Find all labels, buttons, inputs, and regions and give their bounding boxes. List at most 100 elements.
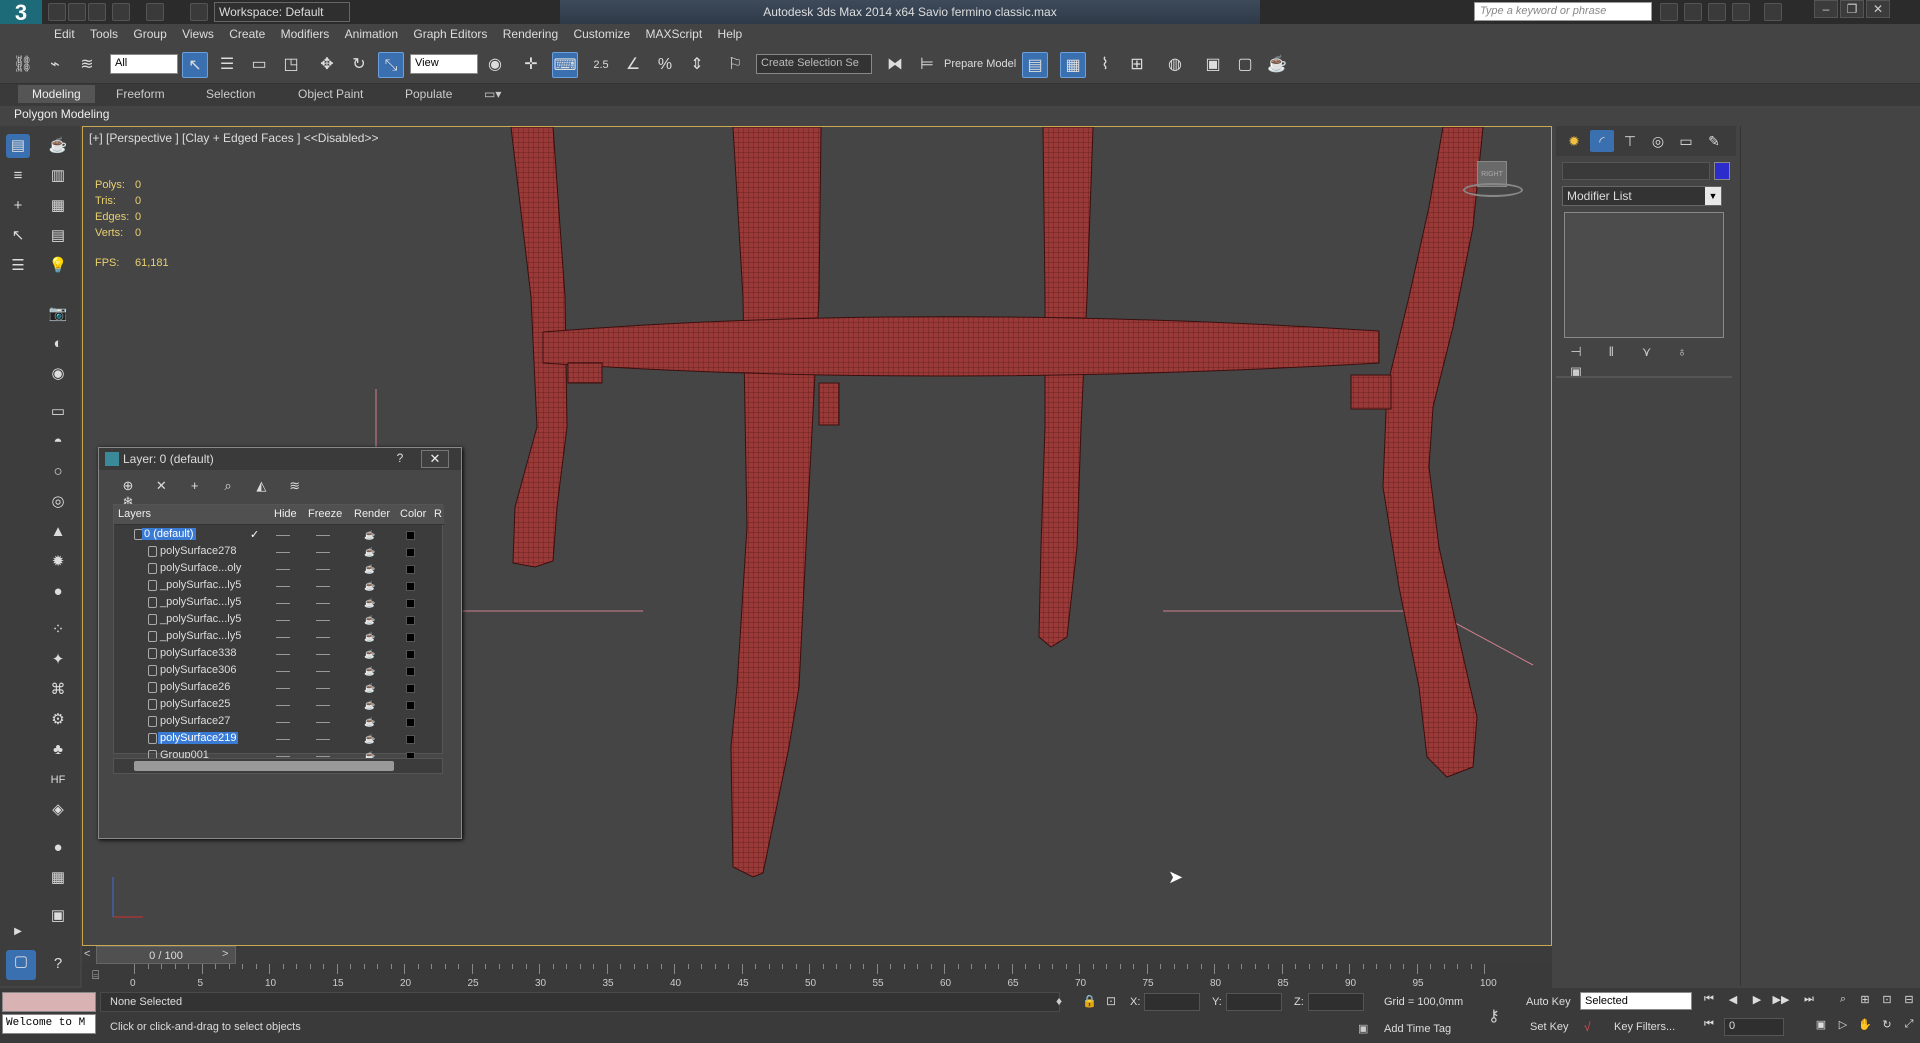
- layer-color-swatch[interactable]: [406, 667, 415, 676]
- layer-color-swatch[interactable]: [406, 633, 415, 642]
- hide-toggle[interactable]: [276, 620, 290, 621]
- layer-row[interactable]: _polySurfac...ly5 ☕: [114, 595, 444, 612]
- scale-icon[interactable]: ⤡: [378, 52, 404, 78]
- layer-name[interactable]: polySurface306: [160, 664, 236, 676]
- pivot-center-icon[interactable]: ◉: [482, 52, 508, 78]
- layer-row[interactable]: polySurface26 ☕: [114, 680, 444, 697]
- y-coordinate-field[interactable]: [1226, 993, 1282, 1011]
- render-teapot-icon[interactable]: ☕: [364, 530, 375, 541]
- menu-tools[interactable]: Tools: [90, 24, 130, 41]
- absolute-mode-icon[interactable]: ⊡: [1106, 994, 1116, 1008]
- scene-explorer-icon[interactable]: ▤: [6, 134, 30, 158]
- freeze-toggle[interactable]: [316, 705, 330, 706]
- angle-snap-icon[interactable]: ∠: [620, 52, 646, 78]
- zoom-extents-icon[interactable]: ⊡: [1878, 993, 1896, 1011]
- new-file-icon[interactable]: [48, 3, 66, 21]
- modifier-stack[interactable]: [1564, 212, 1724, 338]
- menu-modifiers[interactable]: Modifiers: [281, 24, 342, 41]
- space-warp-icon[interactable]: ⌘: [46, 678, 70, 702]
- maxscript-welcome-field[interactable]: Welcome to M: [2, 1014, 96, 1034]
- current-frame-field[interactable]: 0: [1724, 1018, 1784, 1036]
- box-icon[interactable]: ▭: [46, 400, 70, 424]
- video-camera-icon[interactable]: ◉: [46, 362, 70, 386]
- select-in-layer-icon[interactable]: ⌕: [217, 478, 239, 494]
- dialog-help-button[interactable]: ?: [389, 451, 411, 467]
- favorites-icon[interactable]: [1732, 3, 1750, 21]
- layer-row[interactable]: polySurface27 ☕: [114, 714, 444, 731]
- particles-icon[interactable]: ⁘: [46, 618, 70, 642]
- rotate-icon[interactable]: ↻: [346, 52, 372, 78]
- layer-name[interactable]: polySurface27: [160, 715, 230, 727]
- zoom-extents-all-icon[interactable]: ⊟: [1900, 993, 1918, 1011]
- time-slider-thumb[interactable]: 0 / 100: [96, 946, 236, 964]
- snaps-toggle-icon[interactable]: 2.5: [588, 52, 614, 78]
- chevron-down-icon[interactable]: ▼: [1705, 187, 1721, 205]
- table-icon[interactable]: ▤: [46, 224, 70, 248]
- auto-key-button[interactable]: Auto Key: [1526, 996, 1571, 1008]
- material-editor-icon[interactable]: ◍: [1162, 52, 1188, 78]
- layers-icon[interactable]: ≡: [6, 164, 30, 188]
- rendered-frame-window-icon[interactable]: ▢: [1232, 52, 1258, 78]
- remove-modifier-icon[interactable]: ♁: [1670, 344, 1694, 364]
- isolate-selection-icon[interactable]: ♦: [1056, 994, 1062, 1008]
- schematic-view-icon[interactable]: ⊞: [1124, 52, 1150, 78]
- link-icon[interactable]: ⛓: [10, 52, 36, 78]
- layer-color-swatch[interactable]: [406, 684, 415, 693]
- layer-color-swatch[interactable]: [406, 548, 415, 557]
- layer-color-swatch[interactable]: [406, 599, 415, 608]
- menu-rendering[interactable]: Rendering: [503, 24, 570, 41]
- hide-toggle[interactable]: [276, 552, 290, 553]
- selection-filter-dropdown[interactable]: All: [110, 54, 178, 74]
- render-teapot-icon[interactable]: ☕: [364, 683, 375, 694]
- render-production-icon[interactable]: ☕: [1264, 52, 1290, 78]
- viewport-label[interactable]: [+] [Perspective ] [Clay + Edged Faces ]…: [89, 131, 379, 145]
- go-to-start-icon[interactable]: ⏮: [1700, 993, 1718, 1011]
- open-file-icon[interactable]: [68, 3, 86, 21]
- configure-modifier-sets-icon[interactable]: ▣: [1564, 364, 1588, 384]
- current-layer-check-icon[interactable]: ✓: [250, 528, 259, 541]
- keyboard-shortcut-override-icon[interactable]: ⌨: [552, 52, 578, 78]
- sphere-icon[interactable]: ○: [46, 460, 70, 484]
- layer-name[interactable]: polySurface...oly: [160, 562, 241, 574]
- menu-group[interactable]: Group: [133, 24, 178, 41]
- pan-view-icon[interactable]: ✋: [1856, 1018, 1874, 1036]
- menu-views[interactable]: Views: [182, 24, 226, 41]
- unlink-icon[interactable]: ⌁: [42, 52, 68, 78]
- utilities-icon[interactable]: ▣: [46, 904, 70, 928]
- hide-toggle[interactable]: [276, 586, 290, 587]
- freeze-toggle[interactable]: [316, 637, 330, 638]
- close-window-button[interactable]: ✕: [1866, 0, 1890, 18]
- previous-frame-icon[interactable]: ◀: [1724, 993, 1742, 1011]
- layer-row[interactable]: polySurface338 ☕: [114, 646, 444, 663]
- layer-name[interactable]: _polySurfac...ly5: [160, 579, 241, 591]
- move-icon[interactable]: ✥: [314, 52, 340, 78]
- menu-edit[interactable]: Edit: [54, 24, 87, 41]
- freeze-toggle[interactable]: [316, 569, 330, 570]
- delete-layer-icon[interactable]: ✕: [150, 478, 172, 494]
- hide-toggle[interactable]: [276, 603, 290, 604]
- layer-name[interactable]: polySurface25: [160, 698, 230, 710]
- layer-color-swatch[interactable]: [406, 582, 415, 591]
- menu-help[interactable]: Help: [718, 24, 755, 41]
- expand-arrow-icon[interactable]: ▶: [6, 920, 30, 944]
- add-to-layer-icon[interactable]: +: [184, 478, 206, 493]
- object-name-field[interactable]: [1562, 162, 1710, 180]
- layer-row[interactable]: 0 (default) ☕ ✓: [114, 527, 444, 544]
- menu-maxscript[interactable]: MAXScript: [646, 24, 715, 41]
- layer-row[interactable]: _polySurfac...ly5 ☕: [114, 629, 444, 646]
- hide-toggle[interactable]: [276, 739, 290, 740]
- render-teapot-icon[interactable]: ☕: [364, 717, 375, 728]
- mini-curve-editor-icon[interactable]: ⌸: [92, 968, 112, 984]
- spinner-snap-icon[interactable]: ⇕: [684, 52, 710, 78]
- time-configuration-icon[interactable]: ▣: [1812, 1018, 1830, 1036]
- help-icon[interactable]: [1764, 3, 1782, 21]
- workspace-dropdown[interactable]: Workspace: Default: [214, 2, 350, 22]
- motion-tab-icon[interactable]: ◎: [1646, 130, 1670, 152]
- menu-graph-editors[interactable]: Graph Editors: [413, 24, 499, 41]
- hide-all-layers-icon[interactable]: ≋: [284, 478, 306, 494]
- highlight-selected-icon[interactable]: ◭: [250, 478, 272, 494]
- layer-color-swatch[interactable]: [406, 565, 415, 574]
- save-icon[interactable]: [88, 3, 106, 21]
- tab-modeling[interactable]: Modeling: [18, 85, 95, 103]
- dialog-close-button[interactable]: ✕: [421, 450, 449, 468]
